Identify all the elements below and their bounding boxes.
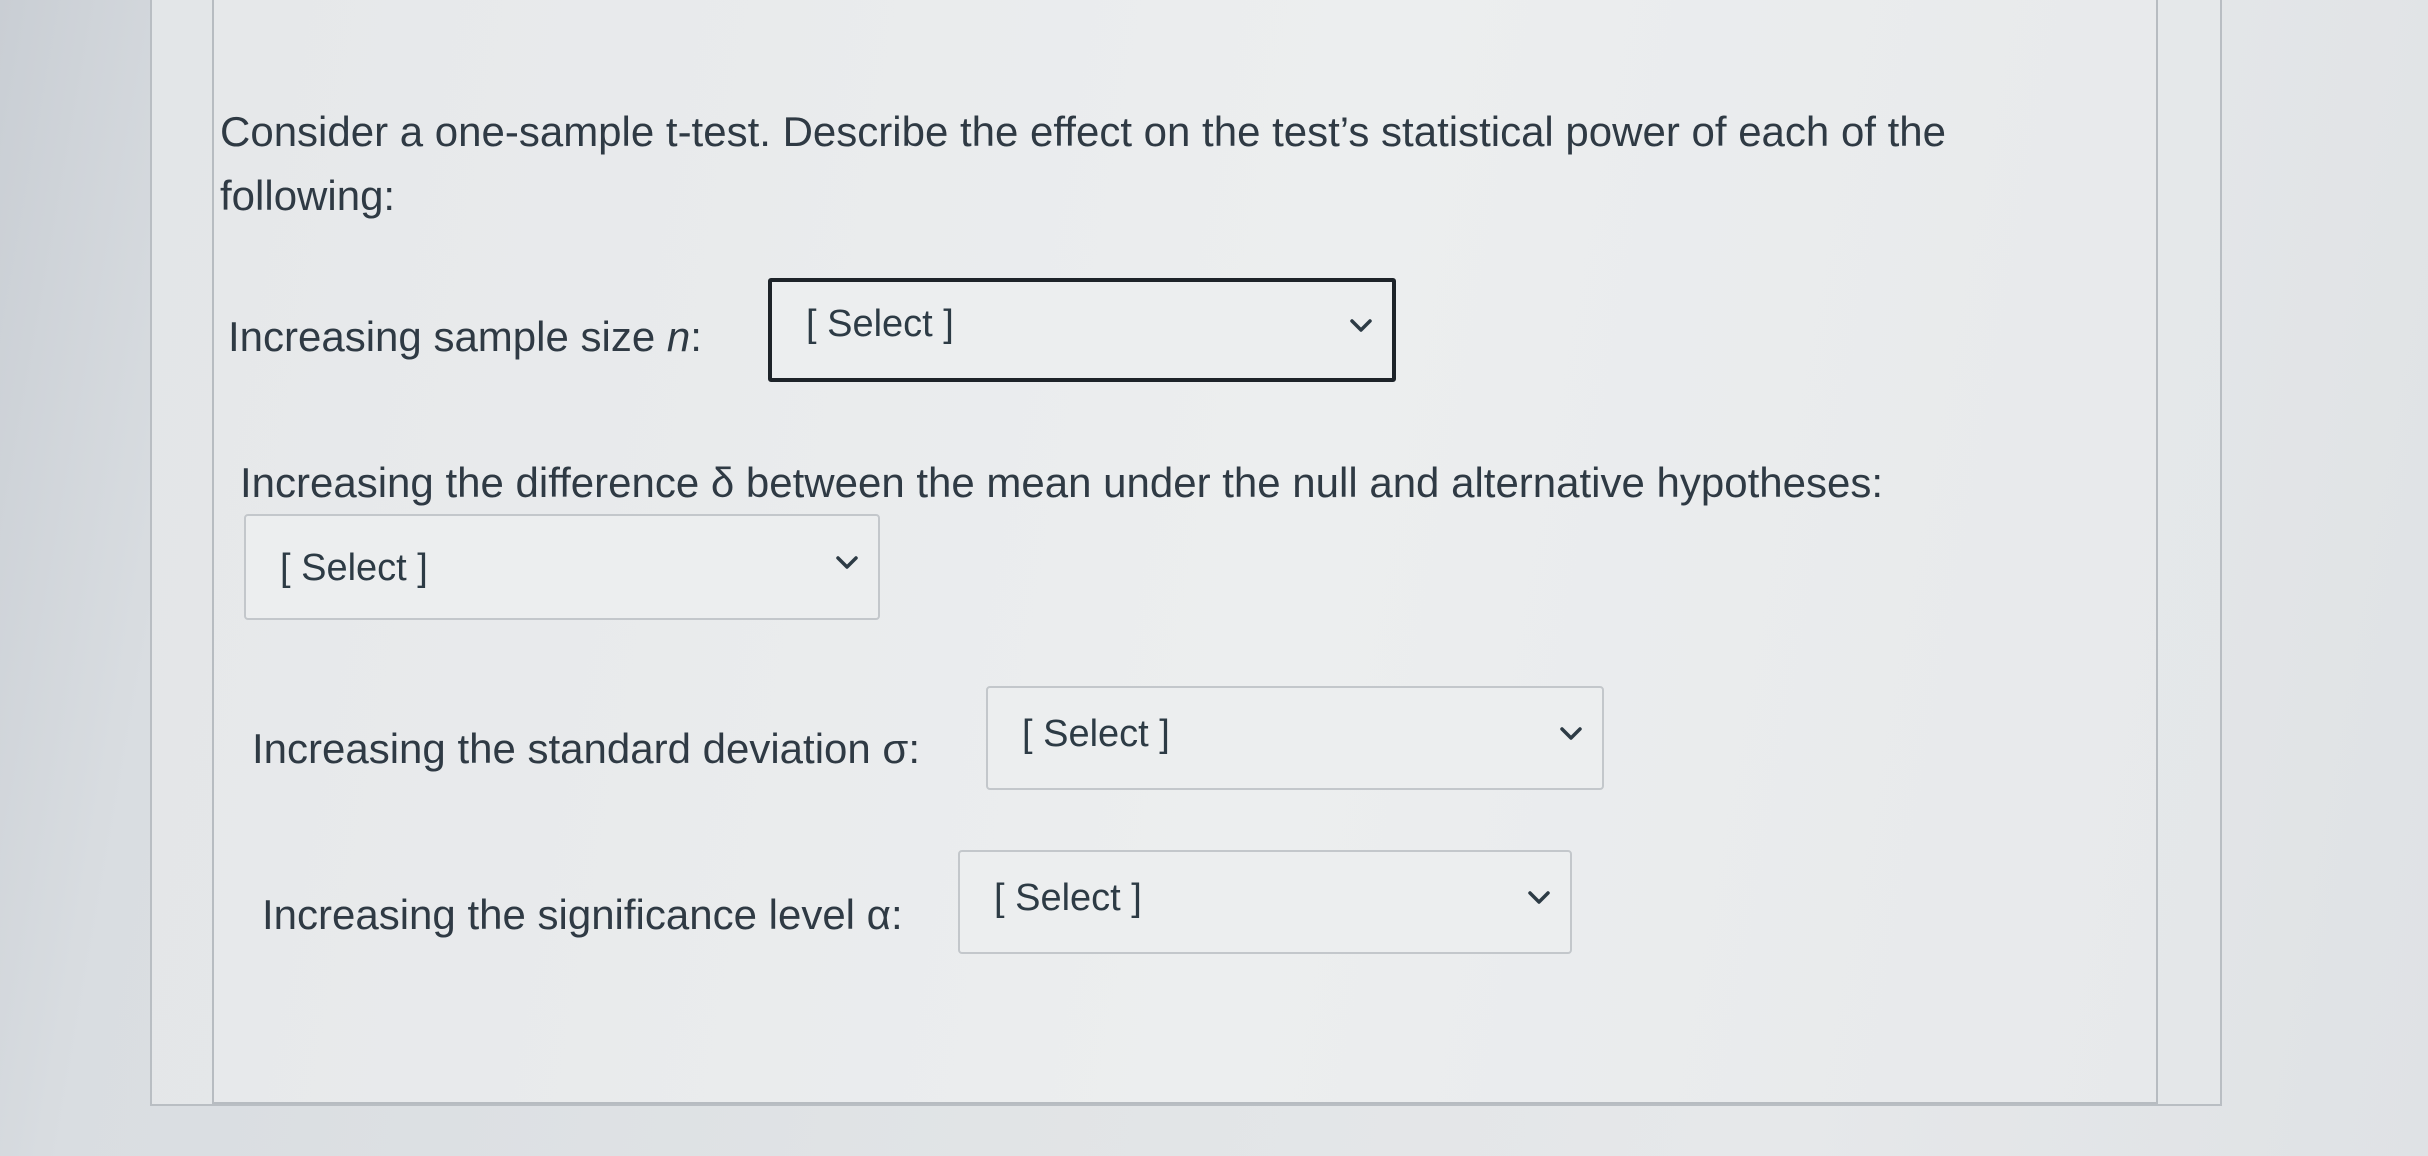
standard-deviation-label: Increasing the standard deviation σ: — [252, 725, 921, 772]
sample-size-label-text: Increasing sample size — [228, 313, 667, 360]
sample-size-variable: n — [666, 313, 691, 360]
standard-deviation-select[interactable]: [ Select ] — [986, 686, 1604, 790]
sample-size-label-colon: : — [690, 313, 702, 360]
question-prompt: Consider a one-sample t-test. Describe t… — [220, 108, 1947, 219]
chevron-down-icon — [1524, 882, 1554, 912]
sample-size-label: Increasing sample size n: — [228, 312, 702, 362]
difference-label: Increasing the difference δ between the … — [240, 459, 1884, 506]
difference-select-value: [ Select ] — [280, 547, 428, 589]
chevron-down-icon — [1556, 718, 1586, 748]
significance-level-select[interactable]: [ Select ] — [958, 850, 1572, 954]
significance-level-label: Increasing the significance level α: — [262, 891, 903, 938]
standard-deviation-select-value: [ Select ] — [1022, 713, 1170, 755]
difference-select[interactable]: [ Select ] — [244, 514, 880, 620]
sample-size-select[interactable]: [ Select ] — [768, 278, 1396, 382]
chevron-down-icon — [832, 547, 862, 577]
sample-size-select-value: [ Select ] — [806, 303, 954, 345]
chevron-down-icon — [1346, 310, 1376, 340]
significance-level-select-value: [ Select ] — [994, 877, 1142, 919]
